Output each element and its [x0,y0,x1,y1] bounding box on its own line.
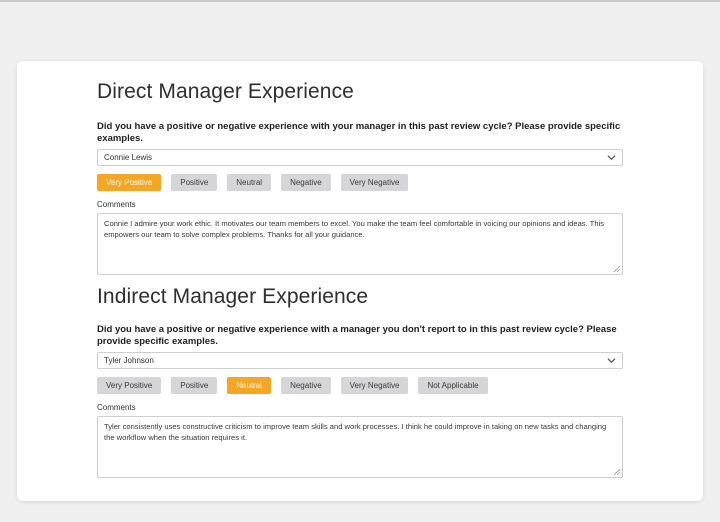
rating-negative-button[interactable]: Negative [281,377,331,394]
rating-neutral-button[interactable]: Neutral [227,174,272,191]
question-text: Did you have a positive or negative expe… [97,324,617,347]
comments-label: Comments [97,200,136,209]
indirect-manager-section: Indirect Manager Experience Did you have… [97,284,623,478]
resize-grip-icon[interactable] [614,266,620,272]
comments-label: Comments [97,403,136,412]
manager-select[interactable]: Tyler Johnson [97,352,623,369]
rating-positive-button[interactable]: Positive [171,377,218,394]
top-border [0,0,720,2]
rating-very-positive-button[interactable]: Very Positive [97,174,162,191]
rating-very-positive-button[interactable]: Very Positive [97,377,162,394]
selected-manager: Connie Lewis [104,153,153,162]
comments-textarea[interactable]: Tyler consistently uses constructive cri… [97,416,623,478]
feedback-card: Direct Manager Experience Did you have a… [17,61,703,501]
manager-select[interactable]: Connie Lewis [97,149,623,166]
rating-positive-button[interactable]: Positive [171,174,218,191]
chevron-down-icon [607,155,616,161]
comment-text: Tyler consistently uses constructive cri… [104,422,607,442]
section-title: Indirect Manager Experience [97,285,369,308]
chevron-down-icon [607,358,616,364]
comments-textarea[interactable]: Connie I admire your work ethic. It moti… [97,213,623,275]
direct-manager-section: Direct Manager Experience Did you have a… [97,79,623,275]
comment-text: Connie I admire your work ethic. It moti… [104,219,605,239]
rating-negative-button[interactable]: Negative [281,174,331,191]
selected-manager: Tyler Johnson [104,356,154,365]
rating-very-negative-button[interactable]: Very Negative [340,377,409,394]
rating-very-negative-button[interactable]: Very Negative [340,174,409,191]
resize-grip-icon[interactable] [614,469,620,475]
rating-buttons: Very Positive Positive Neutral Negative … [97,377,623,394]
question-text: Did you have a positive or negative expe… [97,121,621,144]
rating-neutral-button[interactable]: Neutral [227,377,272,394]
rating-buttons: Very Positive Positive Neutral Negative … [97,174,623,191]
section-title: Direct Manager Experience [97,80,354,103]
rating-not-applicable-button[interactable]: Not Applicable [418,377,488,394]
